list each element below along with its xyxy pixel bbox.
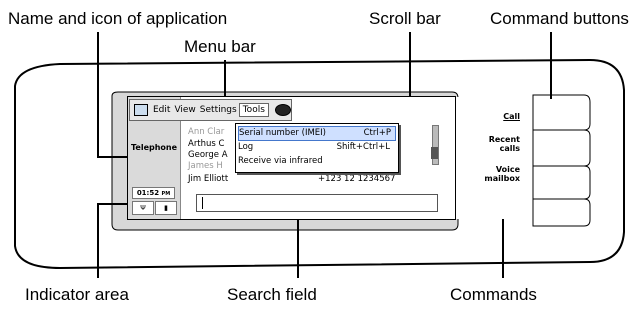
- list-item[interactable]: James H: [188, 161, 223, 171]
- battery-indicator-icon: ▮: [155, 201, 177, 215]
- menu-item-log[interactable]: Log Shift+Ctrl+L: [238, 141, 394, 154]
- callout-commands: Commands: [450, 285, 537, 304]
- menu-view[interactable]: View: [172, 105, 197, 115]
- list-item[interactable]: Jim Elliott +123 12 1234567: [188, 174, 395, 184]
- call-button[interactable]: Call: [503, 112, 520, 121]
- callout-search-field: Search field: [227, 285, 317, 304]
- scroll-bar[interactable]: [432, 125, 439, 165]
- menu-edit[interactable]: Edit: [151, 105, 172, 115]
- list-item[interactable]: George A: [188, 150, 228, 160]
- callout-name-icon: Name and icon of application: [8, 9, 228, 28]
- device-screen: Telephone 01:52 PM Ψ ▮ Edit View Setting…: [127, 96, 524, 220]
- menu-item-serial-number[interactable]: Serial number (IMEI) Ctrl+P: [238, 126, 396, 141]
- signal-indicator-icon: Ψ: [132, 201, 154, 215]
- callout-command-buttons: Command buttons: [490, 9, 629, 28]
- clock-suffix: PM: [161, 191, 171, 197]
- menu-tools[interactable]: Tools: [238, 103, 269, 117]
- list-item[interactable]: Arthus C: [188, 139, 224, 149]
- app-icon[interactable]: [134, 104, 148, 116]
- clock: 01:52 PM: [132, 187, 175, 199]
- list-item[interactable]: Ann Clar: [188, 127, 224, 137]
- menu-settings[interactable]: Settings: [198, 105, 239, 115]
- app-name: Telephone: [131, 143, 178, 152]
- tools-menu: Serial number (IMEI) Ctrl+P Log Shift+Ctrl…: [235, 123, 399, 173]
- scroll-thumb[interactable]: [431, 147, 438, 159]
- recent-calls-button[interactable]: Recent calls: [472, 135, 520, 153]
- voice-mailbox-button[interactable]: Voice mailbox: [472, 165, 520, 183]
- menu-item-receive-infrared[interactable]: Receive via infrared: [238, 155, 394, 168]
- search-input[interactable]: [196, 194, 438, 212]
- globe-icon[interactable]: [274, 104, 291, 116]
- command-pane: Call Recent calls Voice mailbox: [455, 97, 524, 219]
- callout-menu-bar: Menu bar: [184, 37, 256, 56]
- menu-bar: Edit View Settings Tools: [129, 99, 292, 121]
- clock-time: 01:52: [136, 189, 160, 197]
- callout-scroll-bar: Scroll bar: [369, 9, 441, 28]
- callout-indicator-area: Indicator area: [25, 285, 129, 304]
